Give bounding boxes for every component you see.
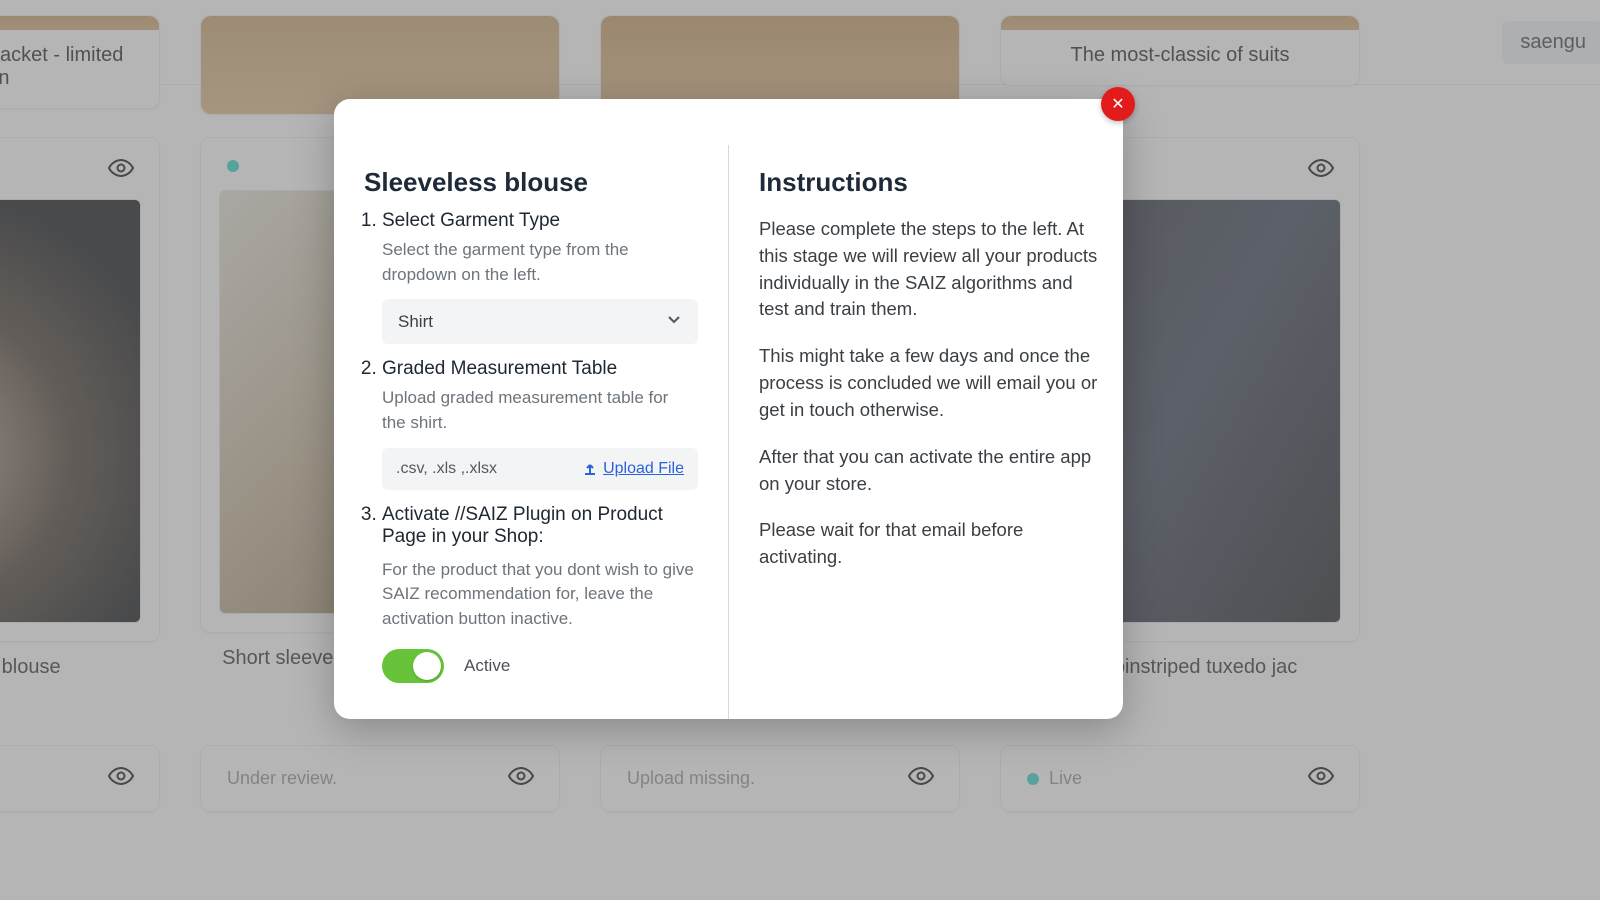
step-2-title: Graded Measurement Table xyxy=(382,358,698,380)
upload-link-label: Upload File xyxy=(603,460,684,478)
instructions-p1: Please complete the steps to the left. A… xyxy=(759,216,1105,323)
instructions-title: Instructions xyxy=(759,167,1105,198)
step-3-desc: For the product that you dont wish to gi… xyxy=(382,558,698,632)
instructions-p2: This might take a few days and once the … xyxy=(759,343,1105,423)
step-1: Select Garment Type Select the garment t… xyxy=(382,210,698,344)
upload-file-link[interactable]: Upload File xyxy=(583,460,684,478)
chevron-down-icon xyxy=(666,311,682,332)
upload-icon xyxy=(583,462,597,476)
instructions-p3: After that you can activate the entire a… xyxy=(759,444,1105,498)
upload-row: .csv, .xls ,.xlsx Upload File xyxy=(382,448,698,490)
step-1-desc: Select the garment type from the dropdow… xyxy=(382,238,698,287)
modal-left-pane: Sleeveless blouse Select Garment Type Se… xyxy=(334,145,729,719)
modal-right-pane: Instructions Please complete the steps t… xyxy=(729,145,1123,719)
product-setup-modal: ✕ Sleeveless blouse Select Garment Type … xyxy=(334,99,1123,719)
step-1-title: Select Garment Type xyxy=(382,210,698,232)
step-3: Activate //SAIZ Plugin on Product Page i… xyxy=(382,504,698,684)
instructions-p4: Please wait for that email before activa… xyxy=(759,517,1105,571)
step-3-title: Activate //SAIZ Plugin on Product Page i… xyxy=(382,504,698,548)
activate-toggle[interactable] xyxy=(382,649,444,683)
close-button[interactable]: ✕ xyxy=(1101,87,1135,121)
close-icon: ✕ xyxy=(1111,94,1124,114)
step-2-desc: Upload graded measurement table for the … xyxy=(382,386,698,435)
select-value: Shirt xyxy=(398,312,433,332)
toggle-label: Active xyxy=(464,656,510,676)
accepted-formats: .csv, .xls ,.xlsx xyxy=(396,460,497,478)
garment-type-select[interactable]: Shirt xyxy=(382,299,698,344)
step-2: Graded Measurement Table Upload graded m… xyxy=(382,358,698,489)
modal-product-title: Sleeveless blouse xyxy=(364,167,698,198)
toggle-knob xyxy=(413,652,441,680)
